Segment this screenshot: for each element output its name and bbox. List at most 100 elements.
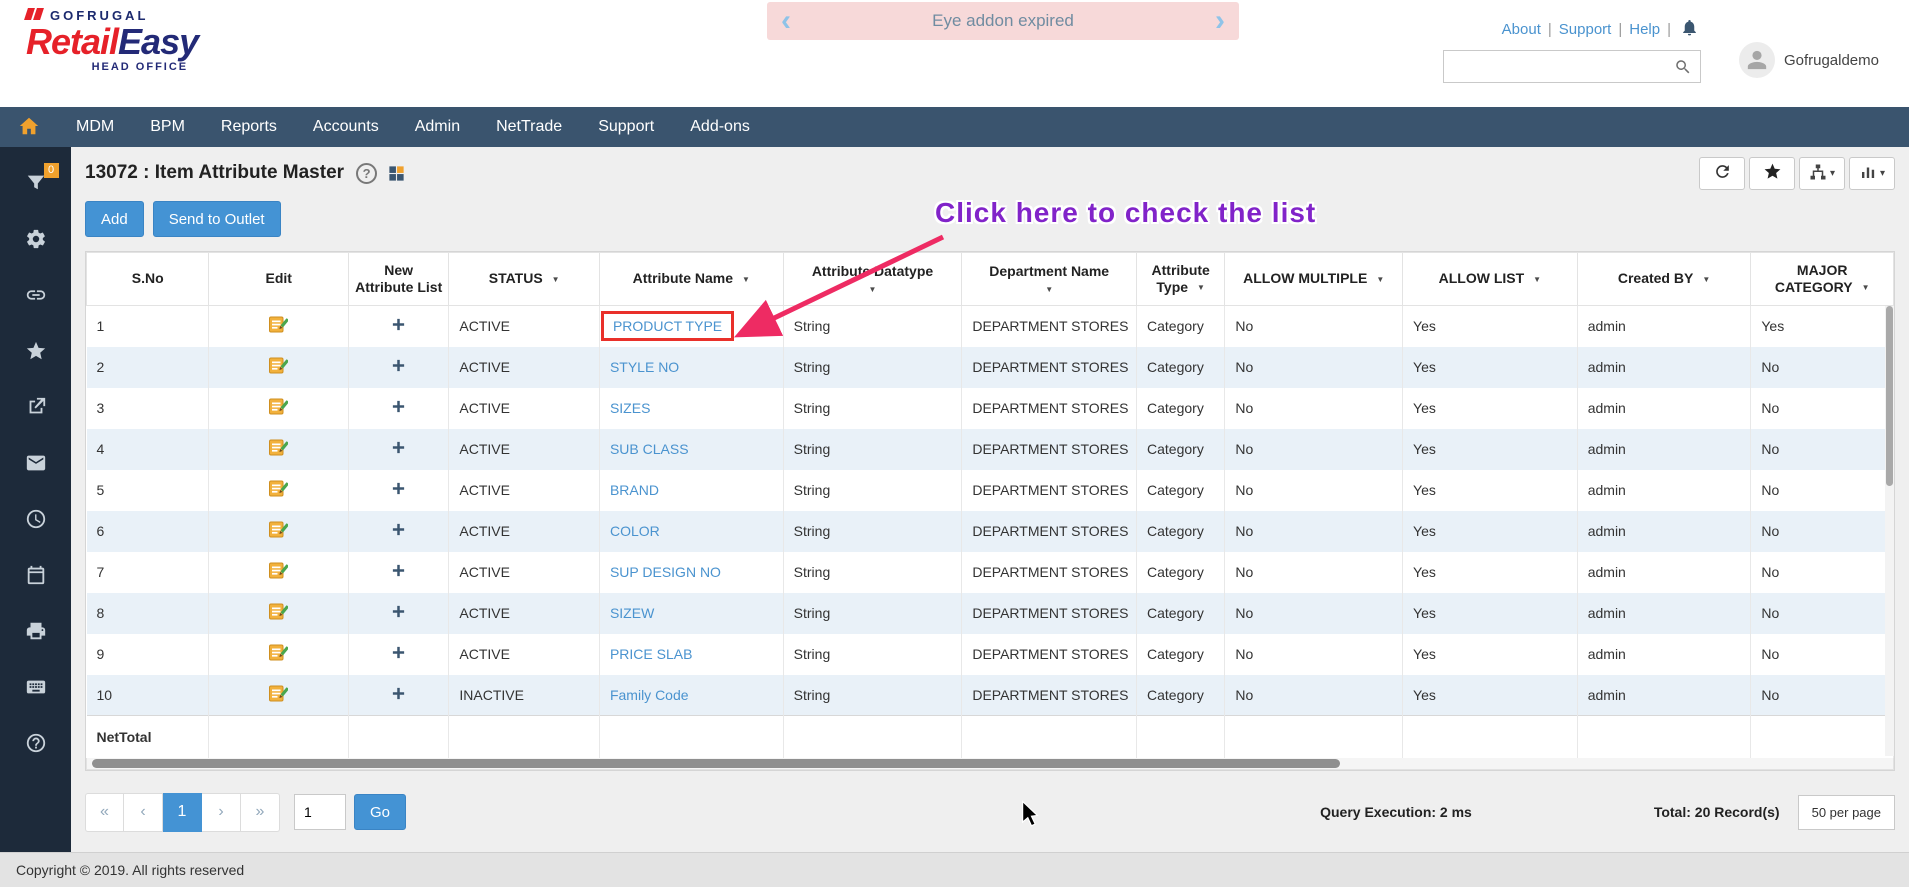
horizontal-scrollbar[interactable] (86, 757, 1894, 770)
user-menu[interactable]: Gofrugaldemo (1738, 42, 1879, 78)
page-help-icon[interactable]: ? (356, 162, 378, 184)
attribute-name-link[interactable]: SIZES (610, 400, 650, 416)
attribute-name-link[interactable]: SUP DESIGN NO (610, 564, 721, 580)
side-rail: 0 (0, 147, 71, 852)
sort-dropdown-icon[interactable]: ▼ (790, 285, 956, 295)
column-header-major-category[interactable]: MAJOR CATEGORY ▼ (1750, 252, 1894, 306)
sort-dropdown-icon[interactable]: ▼ (968, 285, 1130, 295)
add-attribute-icon[interactable] (391, 564, 406, 581)
edit-icon[interactable] (269, 685, 290, 705)
vertical-scrollbar[interactable] (1885, 306, 1894, 756)
search-input[interactable] (1444, 51, 1666, 82)
keyboard-icon[interactable] (24, 675, 48, 699)
add-attribute-icon[interactable] (391, 605, 406, 622)
attribute-name-link[interactable]: PRICE SLAB (610, 646, 692, 662)
nav-item-admin[interactable]: Admin (397, 107, 478, 147)
attribute-name-link[interactable]: PRODUCT TYPE (613, 318, 722, 334)
nav-item-reports[interactable]: Reports (203, 107, 295, 147)
favorite-button[interactable] (1749, 156, 1795, 190)
nav-item-support[interactable]: Support (580, 107, 672, 147)
attribute-name-link[interactable]: BRAND (610, 482, 659, 498)
nav-item-bpm[interactable]: BPM (132, 107, 203, 147)
print-icon[interactable] (24, 619, 48, 643)
page-last-button[interactable]: » (241, 792, 280, 832)
sort-dropdown-icon[interactable]: ▼ (1376, 275, 1384, 284)
add-attribute-icon[interactable] (391, 319, 406, 335)
add-attribute-icon[interactable] (391, 523, 406, 540)
refresh-button[interactable] (1699, 156, 1745, 190)
send-to-outlet-button[interactable]: Send to Outlet (152, 201, 281, 237)
sort-dropdown-icon[interactable]: ▼ (1862, 283, 1870, 292)
go-button[interactable]: Go (354, 794, 407, 830)
help-icon[interactable] (24, 731, 48, 755)
settings-icon[interactable] (24, 227, 48, 251)
edit-icon[interactable] (269, 562, 290, 582)
sort-dropdown-icon[interactable]: ▼ (1197, 283, 1205, 292)
chart-button[interactable]: ▾ (1849, 156, 1895, 190)
header-link-help[interactable]: Help (1629, 21, 1660, 38)
banner-prev-icon[interactable]: ‹ (781, 6, 791, 36)
header-link-about[interactable]: About (1502, 21, 1541, 38)
add-attribute-icon[interactable] (391, 359, 406, 376)
nav-item-accounts[interactable]: Accounts (295, 107, 397, 147)
horizontal-scrollbar-thumb[interactable] (92, 758, 1340, 768)
page-input[interactable] (294, 794, 346, 830)
add-attribute-icon[interactable] (391, 646, 406, 663)
page-next-button[interactable]: › (202, 792, 241, 832)
edit-icon[interactable] (269, 480, 290, 500)
grid-icon[interactable] (387, 164, 406, 183)
mail-icon[interactable] (24, 451, 48, 475)
page-first-button[interactable]: « (85, 792, 124, 832)
calendar-icon[interactable] (24, 563, 48, 587)
column-header-attribute-name[interactable]: Attribute Name ▼ (598, 252, 784, 306)
edit-icon[interactable] (269, 357, 290, 377)
add-attribute-icon[interactable] (391, 400, 406, 417)
header-link-support[interactable]: Support (1559, 21, 1612, 38)
search-icon[interactable] (1666, 58, 1700, 76)
edit-icon[interactable] (269, 644, 290, 664)
per-page-select[interactable]: 50 per page (1797, 794, 1895, 830)
filter-icon[interactable]: 0 (24, 163, 59, 195)
nav-home[interactable] (0, 107, 58, 147)
attribute-name-link[interactable]: SUB CLASS (610, 441, 689, 457)
sort-dropdown-icon[interactable]: ▼ (552, 275, 560, 284)
column-header-department-name[interactable]: Department Name ▼ (961, 252, 1138, 306)
page-prev-button[interactable]: ‹ (124, 792, 163, 832)
add-attribute-icon[interactable] (391, 482, 406, 499)
hierarchy-button[interactable]: ▾ (1799, 156, 1845, 190)
history-icon[interactable] (24, 507, 48, 531)
nav-item-mdm[interactable]: MDM (58, 107, 132, 147)
column-header-attribute-datatype[interactable]: Attribute Datatype ▼ (782, 252, 963, 306)
attribute-name-link[interactable]: COLOR (610, 523, 660, 539)
sort-dropdown-icon[interactable]: ▼ (1702, 275, 1710, 284)
attribute-name-link[interactable]: Family Code (610, 687, 689, 703)
edit-icon[interactable] (269, 439, 290, 459)
send-icon[interactable] (24, 395, 48, 419)
add-attribute-icon[interactable] (391, 441, 406, 458)
banner-next-icon[interactable]: › (1215, 6, 1225, 36)
add-attribute-icon[interactable] (391, 687, 406, 704)
nav-item-nettrade[interactable]: NetTrade (478, 107, 580, 147)
column-header-status[interactable]: STATUS ▼ (448, 252, 600, 306)
nav-item-add-ons[interactable]: Add-ons (672, 107, 768, 147)
attribute-name-link[interactable]: STYLE NO (610, 359, 679, 375)
vertical-scrollbar-thumb[interactable] (1886, 306, 1893, 486)
favorites-icon[interactable] (24, 339, 48, 363)
column-header-attribute-type[interactable]: Attribute Type ▼ (1136, 252, 1226, 306)
cell-major-category: No (1750, 674, 1894, 716)
edit-icon[interactable] (269, 603, 290, 623)
sort-dropdown-icon[interactable]: ▼ (1533, 275, 1541, 284)
column-header-allow-list[interactable]: ALLOW LIST ▼ (1402, 252, 1578, 306)
edit-icon[interactable] (269, 316, 290, 336)
column-header-allow-multiple[interactable]: ALLOW MULTIPLE ▼ (1224, 252, 1404, 306)
edit-icon[interactable] (269, 398, 290, 418)
sort-dropdown-icon[interactable]: ▼ (742, 275, 750, 284)
annotation-text: Click here to check the list (935, 197, 1317, 228)
add-button[interactable]: Add (85, 201, 144, 237)
bell-icon[interactable] (1680, 18, 1699, 41)
attribute-name-link[interactable]: SIZEW (610, 605, 654, 621)
link-icon[interactable] (24, 283, 48, 307)
edit-icon[interactable] (269, 521, 290, 541)
page-number-button[interactable]: 1 (163, 792, 202, 832)
column-header-created-by[interactable]: Created BY ▼ (1576, 252, 1752, 306)
